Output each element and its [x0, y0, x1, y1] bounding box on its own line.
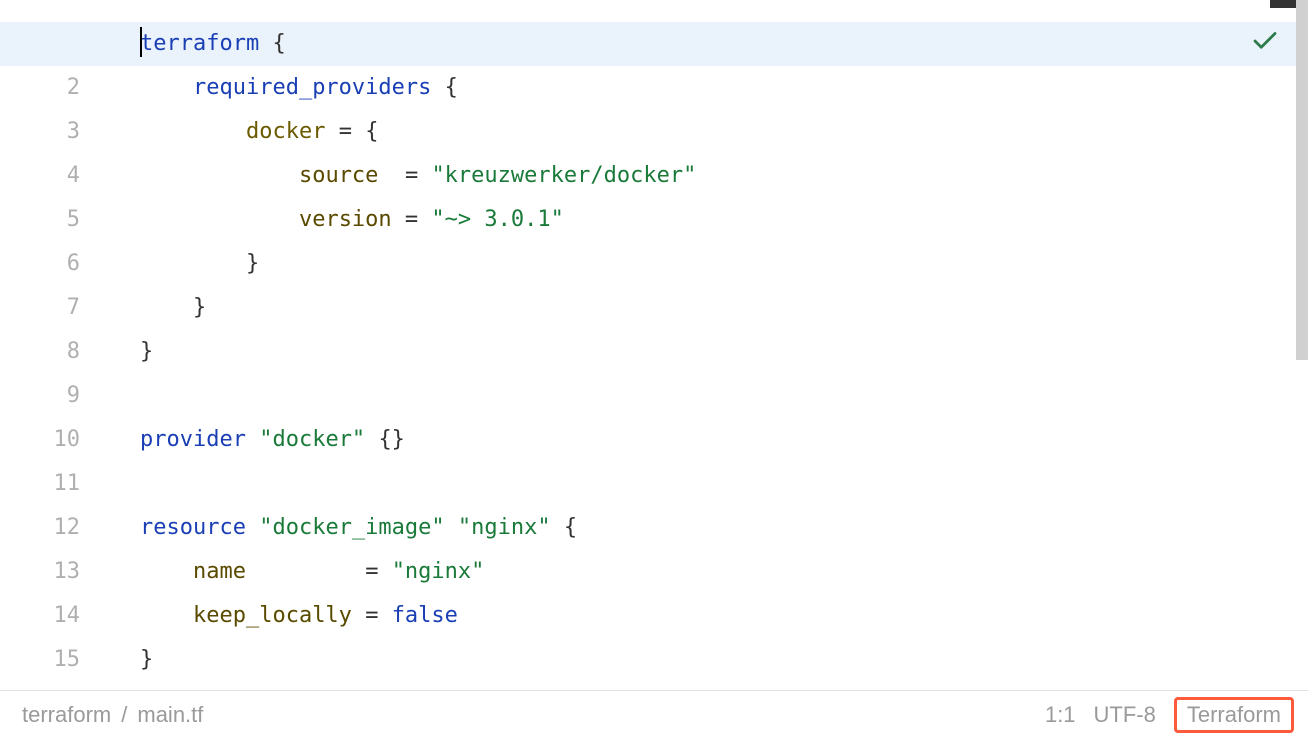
token-whitespace [551, 515, 564, 540]
editor-body: 123456789101112131415 terraform { requir… [0, 0, 1308, 690]
token-punct: = [405, 207, 418, 232]
breadcrumb-folder[interactable]: terraform [22, 702, 111, 728]
line-number: 3 [0, 110, 80, 154]
token-whitespace [378, 559, 391, 584]
code-line[interactable]: source = "kreuzwerker/docker" [100, 154, 1308, 198]
token-whitespace [418, 163, 431, 188]
line-number: 8 [0, 330, 80, 374]
token-string: "kreuzwerker/docker" [431, 163, 696, 188]
token-string: "nginx" [458, 515, 551, 540]
code-line[interactable]: docker = { [100, 110, 1308, 154]
token-whitespace [259, 31, 272, 56]
token-punct: } [140, 339, 153, 364]
vertical-scrollbar[interactable] [1296, 0, 1308, 360]
breadcrumb-separator: / [121, 702, 127, 728]
token-whitespace [246, 515, 259, 540]
token-punct: { [564, 515, 577, 540]
token-attr: name [193, 559, 246, 584]
token-punct: = [365, 603, 378, 628]
validation-checkmark-icon [1250, 26, 1280, 62]
token-string: "docker" [259, 427, 365, 452]
code-line[interactable]: } [100, 330, 1308, 374]
line-number: 6 [0, 242, 80, 286]
token-whitespace [365, 427, 378, 452]
code-line[interactable]: } [100, 638, 1308, 682]
token-attr: source [299, 163, 378, 188]
line-number: 15 [0, 638, 80, 682]
token-whitespace [352, 119, 365, 144]
token-whitespace [418, 207, 431, 232]
token-ident: docker [246, 119, 325, 144]
line-number: 9 [0, 374, 80, 418]
token-string: "docker_image" [259, 515, 444, 540]
token-whitespace [325, 119, 338, 144]
code-line[interactable]: version = "~> 3.0.1" [100, 198, 1308, 242]
top-notch [1270, 0, 1296, 8]
token-punct: } [246, 251, 259, 276]
cursor-position[interactable]: 1:1 [1045, 702, 1076, 728]
token-keyword: terraform [140, 31, 259, 56]
token-keyword: required_providers [193, 75, 431, 100]
code-area[interactable]: terraform { required_providers { docker … [100, 0, 1308, 690]
text-cursor [140, 27, 142, 57]
line-number: 11 [0, 462, 80, 506]
token-whitespace [392, 207, 405, 232]
line-number: 2 [0, 66, 80, 110]
token-string: "nginx" [392, 559, 485, 584]
code-line[interactable]: name = "nginx" [100, 550, 1308, 594]
breadcrumb-file[interactable]: main.tf [137, 702, 203, 728]
code-line[interactable]: keep_locally = false [100, 594, 1308, 638]
token-whitespace [246, 559, 365, 584]
code-line[interactable]: } [100, 242, 1308, 286]
token-punct: = [339, 119, 352, 144]
token-whitespace [378, 163, 405, 188]
code-line[interactable]: resource "docker_image" "nginx" { [100, 506, 1308, 550]
token-bool: false [392, 603, 458, 628]
token-whitespace [431, 75, 444, 100]
line-number: 14 [0, 594, 80, 638]
token-string: "~> 3.0.1" [431, 207, 563, 232]
status-bar: terraform / main.tf 1:1 UTF-8 Terraform [0, 690, 1308, 738]
token-punct: = [405, 163, 418, 188]
token-punct: { [365, 119, 378, 144]
code-line[interactable] [100, 462, 1308, 506]
token-attr: keep_locally [193, 603, 352, 628]
token-whitespace [378, 603, 391, 628]
breadcrumb[interactable]: terraform / main.tf [22, 702, 203, 728]
line-number-gutter: 123456789101112131415 [0, 0, 100, 690]
token-keyword: resource [140, 515, 246, 540]
code-line[interactable] [100, 374, 1308, 418]
code-line[interactable]: required_providers { [100, 66, 1308, 110]
token-whitespace [352, 603, 365, 628]
token-whitespace [445, 515, 458, 540]
token-attr: version [299, 207, 392, 232]
line-number: 10 [0, 418, 80, 462]
line-number: 5 [0, 198, 80, 242]
token-punct: { [272, 31, 285, 56]
line-number: 7 [0, 286, 80, 330]
token-punct: = [365, 559, 378, 584]
language-indicator[interactable]: Terraform [1174, 697, 1294, 733]
token-whitespace [246, 427, 259, 452]
line-number: 4 [0, 154, 80, 198]
token-punct: {} [378, 427, 405, 452]
line-number: 12 [0, 506, 80, 550]
encoding-indicator[interactable]: UTF-8 [1094, 702, 1156, 728]
token-punct: } [140, 647, 153, 672]
code-line[interactable]: terraform { [100, 22, 1308, 66]
line-number: 13 [0, 550, 80, 594]
token-punct: { [445, 75, 458, 100]
token-keyword: provider [140, 427, 246, 452]
code-line[interactable]: provider "docker" {} [100, 418, 1308, 462]
code-line[interactable]: } [100, 286, 1308, 330]
token-punct: } [193, 295, 206, 320]
